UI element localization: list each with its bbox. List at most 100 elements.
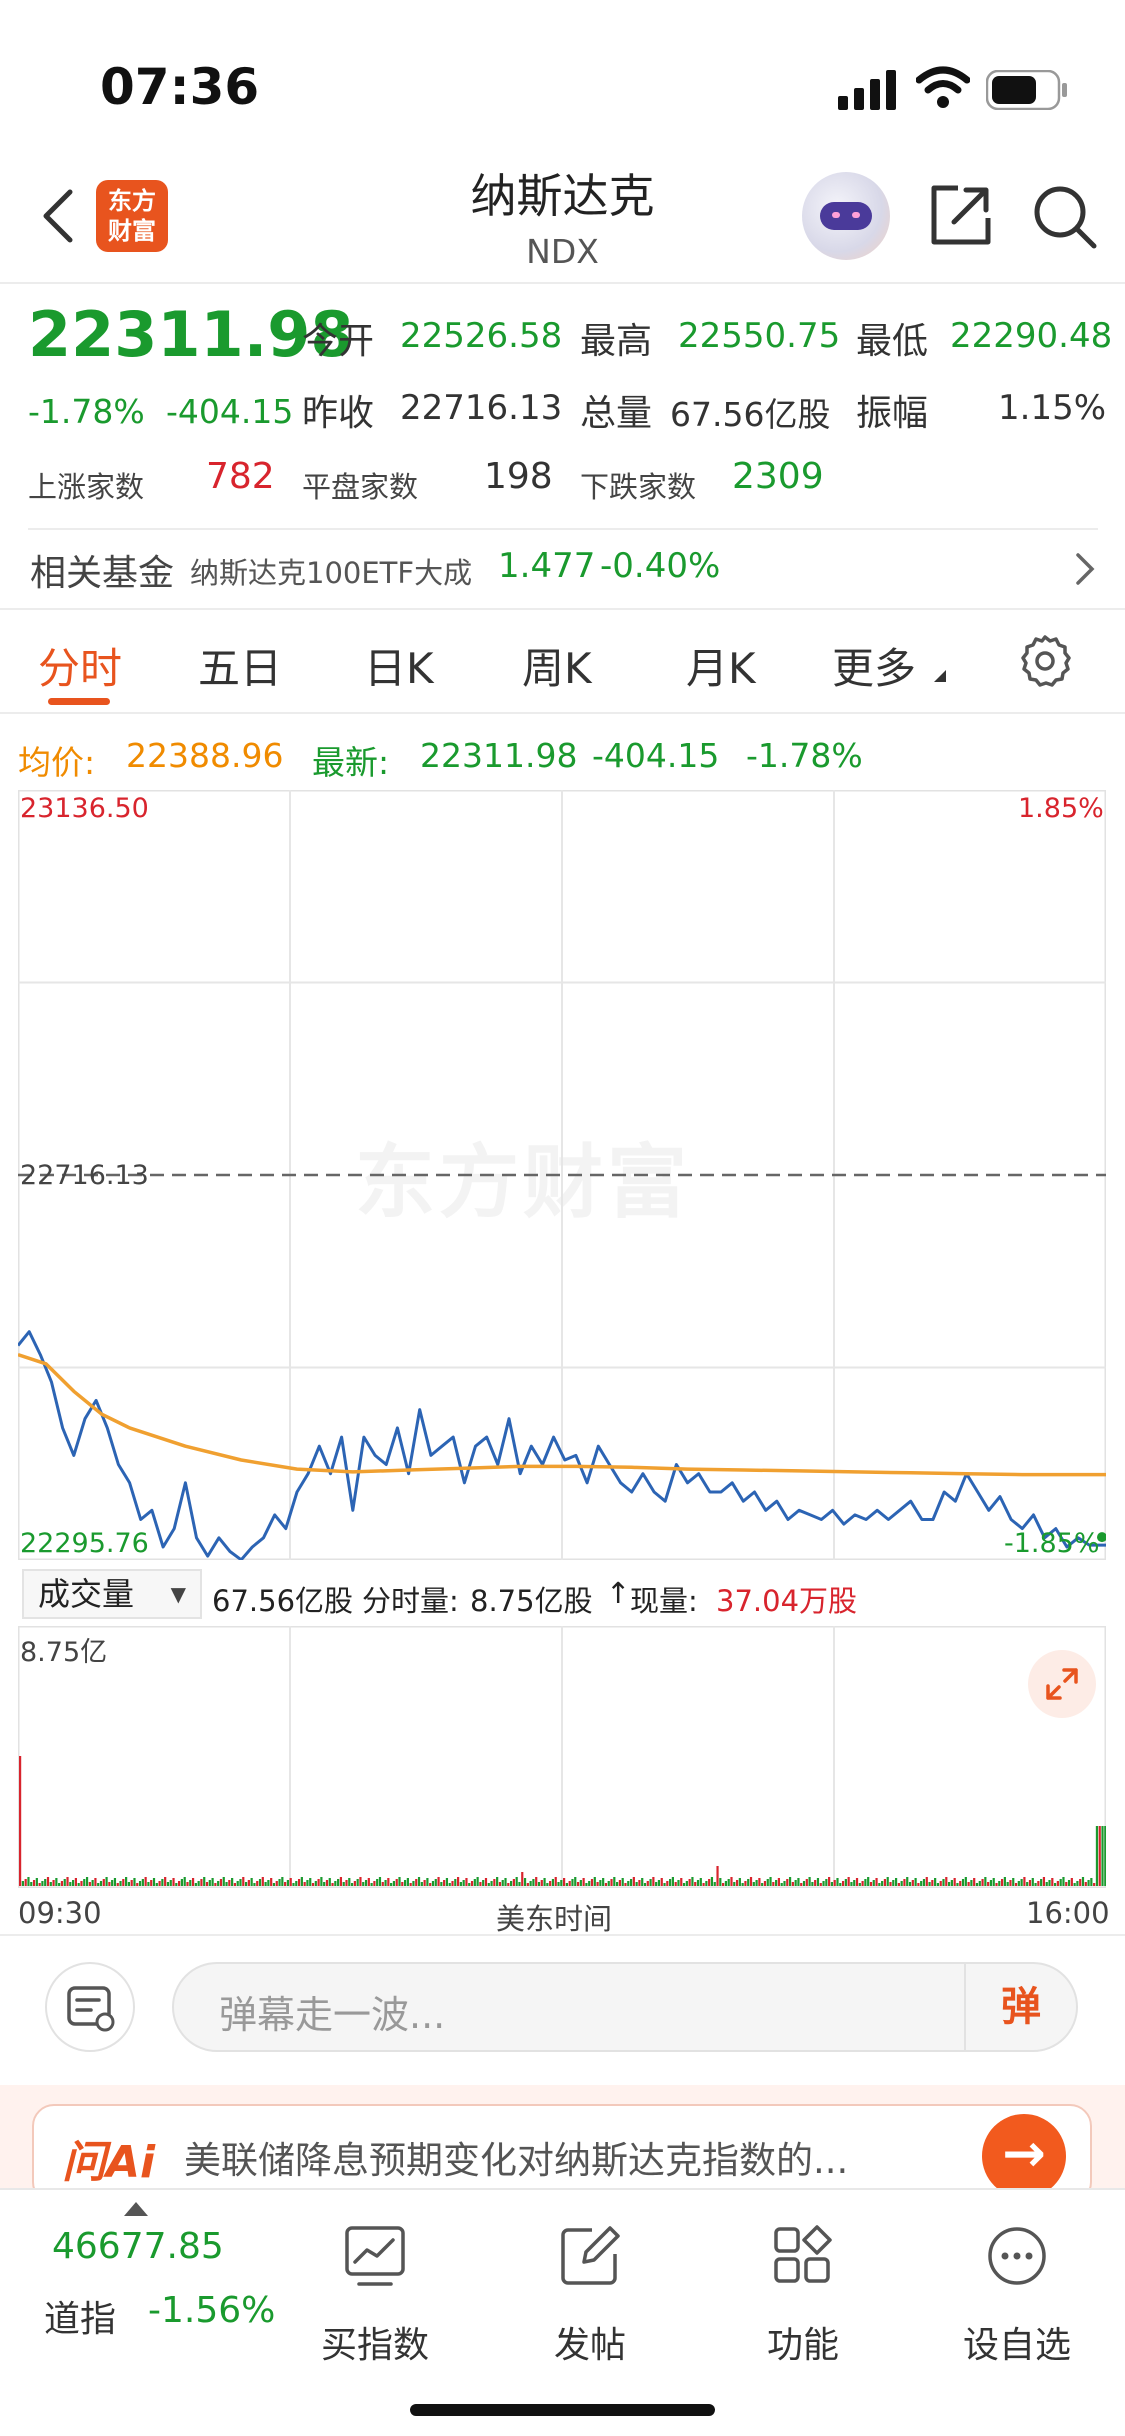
volume-bar bbox=[992, 1878, 995, 1886]
volume-bar bbox=[440, 1882, 443, 1886]
volume-bar bbox=[864, 1879, 867, 1886]
volume-bar bbox=[869, 1882, 873, 1886]
volume-bar bbox=[967, 1882, 970, 1886]
volume-bar bbox=[398, 1877, 401, 1886]
volume-bar bbox=[80, 1881, 83, 1886]
volume-bar bbox=[105, 1877, 108, 1886]
volume-bar bbox=[183, 1877, 186, 1886]
related-fund-row[interactable]: 相关基金 纳斯达克100ETF大成 1.477 -0.40% bbox=[0, 530, 1125, 608]
expand-button[interactable] bbox=[1028, 1650, 1096, 1718]
volume-bar bbox=[169, 1880, 172, 1886]
volume-bar bbox=[674, 1882, 677, 1886]
indicator-selector[interactable]: 成交量 ▼ bbox=[22, 1569, 202, 1619]
volume-bar bbox=[680, 1878, 683, 1886]
high-label: 最高 bbox=[580, 321, 653, 362]
volume-bar bbox=[613, 1877, 616, 1886]
tab-weekly-k[interactable]: 周K bbox=[522, 635, 592, 696]
y-bottom-label: 22295.76 bbox=[20, 1528, 149, 1559]
volume-bar bbox=[83, 1879, 86, 1886]
volume-bar bbox=[752, 1882, 755, 1886]
volume-bar bbox=[794, 1880, 797, 1886]
barrage-input[interactable]: 弹幕走一波... 弹 bbox=[172, 1962, 1078, 2052]
volume-bar bbox=[814, 1880, 817, 1886]
tab-more[interactable]: 更多 bbox=[832, 635, 916, 696]
volume-bar bbox=[239, 1879, 242, 1886]
volume-axis-max: 8.75亿 bbox=[20, 1637, 108, 1668]
barrage-send-button[interactable]: 弹 bbox=[964, 1964, 1076, 2050]
volume-bar bbox=[922, 1879, 926, 1886]
volume-bar bbox=[180, 1879, 184, 1886]
volume-bar bbox=[317, 1879, 320, 1886]
up-arrow-icon: ↑ bbox=[606, 1576, 631, 1610]
volume-bar bbox=[203, 1877, 206, 1886]
volume-bar bbox=[624, 1883, 627, 1886]
tab-daily-k[interactable]: 日K bbox=[364, 635, 434, 696]
index-ticker[interactable]: 46677.85 道指 -1.56% bbox=[20, 2190, 290, 2370]
volume-bar bbox=[292, 1883, 295, 1886]
volume-bar bbox=[819, 1883, 822, 1886]
volume-bar bbox=[490, 1881, 493, 1886]
volume-bar bbox=[934, 1878, 937, 1886]
nav-post-label: 发帖 bbox=[553, 2325, 626, 2366]
volume-bar bbox=[55, 1878, 58, 1886]
volume-bar bbox=[286, 1880, 290, 1886]
volume-bar bbox=[699, 1878, 702, 1886]
volume-bar bbox=[1090, 1878, 1093, 1886]
tab-intraday[interactable]: 分时 bbox=[38, 635, 122, 696]
volume-bar bbox=[738, 1878, 741, 1886]
low-label: 最低 bbox=[856, 321, 929, 362]
volume-chart[interactable] bbox=[18, 1626, 1106, 1888]
volume-bar bbox=[825, 1879, 828, 1886]
volume-bar bbox=[886, 1877, 889, 1886]
battery-icon bbox=[986, 70, 1067, 110]
tab-monthly-k[interactable]: 月K bbox=[686, 635, 756, 696]
volume-bar bbox=[373, 1881, 376, 1886]
prev-close-value: 22716.13 bbox=[400, 388, 563, 428]
volume-bar bbox=[367, 1878, 370, 1886]
volume-bar bbox=[802, 1881, 806, 1886]
volume-bar bbox=[99, 1881, 103, 1886]
volume-bar bbox=[858, 1883, 861, 1886]
volume-bar bbox=[214, 1883, 217, 1886]
volume-bar bbox=[696, 1880, 700, 1886]
volume-bar bbox=[791, 1882, 794, 1886]
barrage-settings-button[interactable] bbox=[45, 1962, 135, 2052]
volume-bar bbox=[945, 1877, 948, 1886]
volume-bar bbox=[576, 1882, 580, 1886]
volume-bar bbox=[638, 1880, 641, 1886]
volume-bar bbox=[797, 1878, 800, 1886]
volume-bar bbox=[191, 1878, 195, 1886]
volume-bar bbox=[476, 1877, 479, 1886]
volume-bar bbox=[663, 1883, 666, 1886]
arrow-right-icon[interactable]: → bbox=[982, 2114, 1066, 2198]
volume-bar bbox=[766, 1879, 769, 1886]
volume-bar bbox=[744, 1881, 747, 1886]
volume-bar bbox=[973, 1878, 976, 1886]
pct-bottom-label: -1.85% bbox=[1004, 1528, 1100, 1559]
volume-bar bbox=[501, 1880, 504, 1886]
volume-bar bbox=[769, 1877, 772, 1886]
volume-bar bbox=[158, 1881, 161, 1886]
volume-bar bbox=[708, 1879, 711, 1886]
volume-bar bbox=[557, 1882, 560, 1886]
volume-bar bbox=[164, 1877, 167, 1886]
share-icon[interactable] bbox=[928, 182, 994, 248]
search-icon[interactable] bbox=[1032, 184, 1098, 250]
volume-bar bbox=[1034, 1883, 1037, 1886]
volume-bar bbox=[58, 1883, 61, 1886]
volume-bar bbox=[523, 1878, 527, 1886]
volume-bar bbox=[1062, 1877, 1065, 1886]
volume-bar bbox=[920, 1881, 923, 1886]
volume-bar bbox=[417, 1877, 421, 1886]
tab-five-day[interactable]: 五日 bbox=[198, 635, 282, 696]
volume-bar bbox=[532, 1879, 535, 1886]
volume-bar bbox=[914, 1878, 917, 1886]
volume-bar bbox=[942, 1879, 945, 1886]
assistant-avatar[interactable] bbox=[802, 172, 890, 260]
volume-bar bbox=[588, 1881, 591, 1886]
intraday-price-chart[interactable] bbox=[18, 790, 1106, 1560]
volume-bar bbox=[1000, 1879, 1004, 1886]
settings-gear-icon[interactable] bbox=[1018, 634, 1072, 688]
volume-bar bbox=[540, 1880, 543, 1886]
volume-bar bbox=[72, 1880, 75, 1886]
